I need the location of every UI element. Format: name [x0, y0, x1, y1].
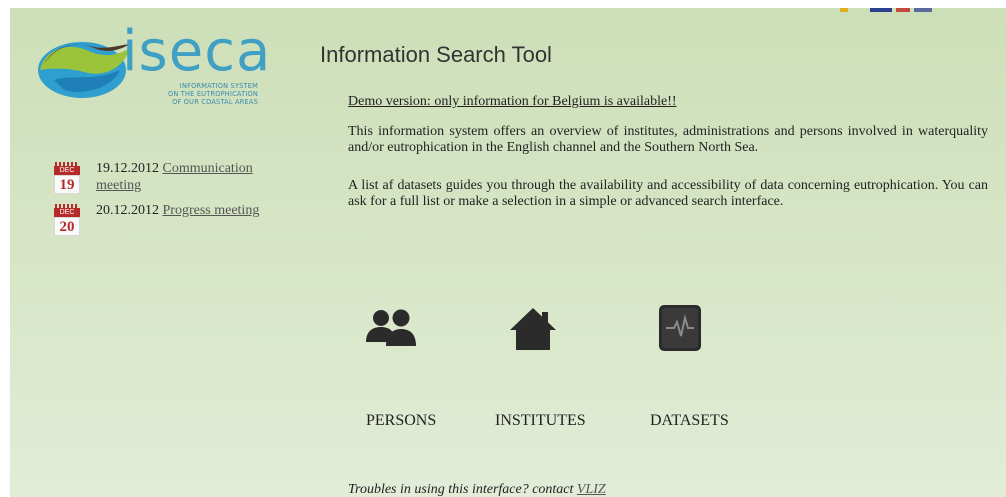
news-text: 19.12.2012 Communication meeting [96, 160, 296, 194]
vliz-link[interactable]: VLIZ [577, 482, 606, 497]
footer-text: Troubles in using this interface? contac… [348, 482, 577, 497]
news-date: 20.12.2012 [96, 203, 159, 218]
news-date: 19.12.2012 [96, 161, 159, 176]
news-text: 20.12.2012 Progress meeting [96, 202, 296, 219]
datasets-label[interactable]: DATASETS [650, 412, 729, 430]
institutes-label[interactable]: INSTITUTES [495, 412, 586, 430]
demo-notice: Demo version: only information for Belgi… [348, 94, 677, 109]
iseca-logo[interactable]: iseca INFORMATION SYSTEM ON THE EUTROPHI… [34, 22, 270, 110]
persons-label[interactable]: PERSONS [366, 412, 436, 430]
calendar-icon: DEC 19 [54, 162, 80, 194]
logo-wordmark: iseca [122, 19, 272, 84]
footer-contact: Troubles in using this interface? contac… [348, 482, 606, 497]
logo-swoosh-icon [38, 42, 130, 98]
calendar-icon: DEC 20 [54, 204, 80, 236]
news-item: DEC 19 19.12.2012 Communication meeting [54, 158, 294, 206]
persons-icon[interactable] [364, 306, 420, 348]
logo-subtitle: INFORMATION SYSTEM ON THE EUTROPHICATION… [167, 82, 258, 106]
news-item: DEC 20 20.12.2012 Progress meeting [54, 200, 294, 248]
news-list: DEC 19 19.12.2012 Communication meeting … [54, 158, 294, 254]
page-title: Information Search Tool [320, 42, 552, 67]
news-link-progress-meeting[interactable]: Progress meeting [163, 203, 260, 218]
datasets-paragraph: A list af datasets guides you through th… [348, 178, 988, 209]
house-icon[interactable] [508, 306, 558, 352]
page-frame: iseca INFORMATION SYSTEM ON THE EUTROPHI… [10, 8, 1006, 497]
pulse-chart-icon[interactable] [658, 304, 702, 352]
language-flags[interactable] [840, 8, 960, 14]
intro-paragraph: This information system offers an overvi… [348, 124, 988, 155]
